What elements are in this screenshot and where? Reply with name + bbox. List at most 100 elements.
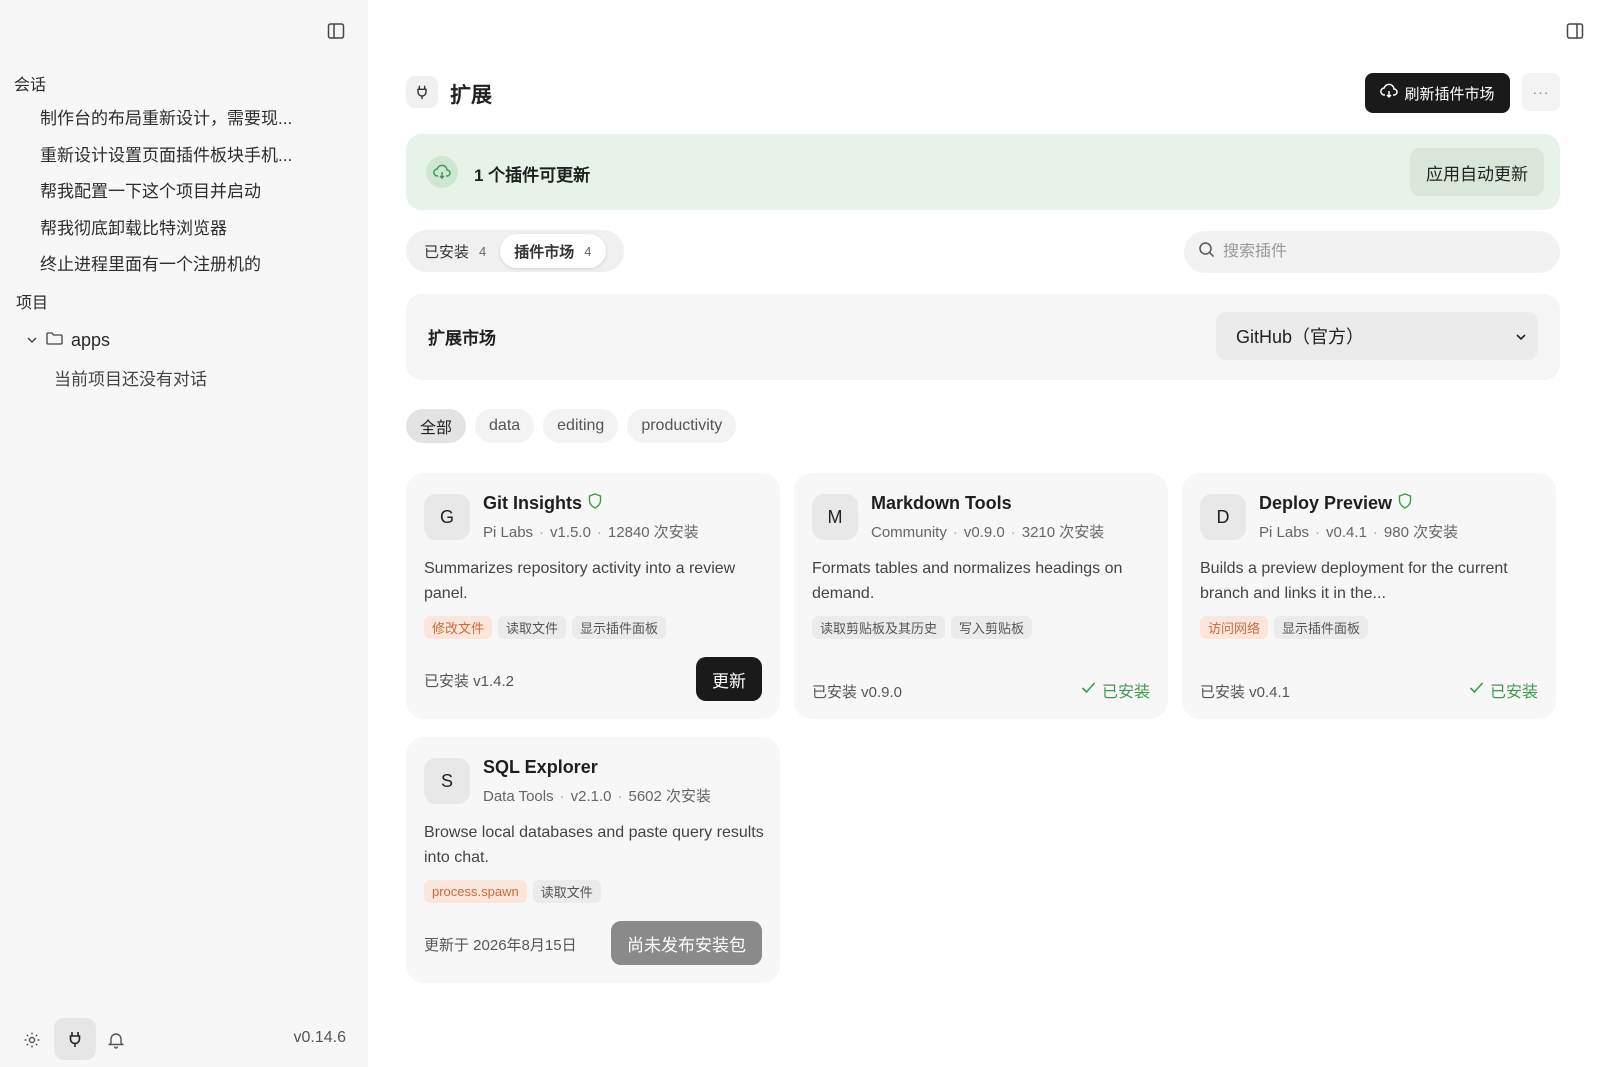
app-version: v0.14.6 — [293, 1029, 346, 1046]
filter-chip-editing[interactable]: editing — [543, 409, 619, 443]
plugin-author: Pi Labs — [1259, 524, 1310, 541]
folder-icon — [46, 330, 63, 351]
conversation-item[interactable]: 帮我彻底卸载比特浏览器 — [40, 214, 227, 239]
plugin-author: Data Tools — [483, 788, 554, 805]
installed-version: 已安装 v0.4.1 — [1200, 684, 1291, 701]
refresh-market-label: 刷新插件市场 — [1404, 85, 1495, 103]
category-filters: 全部 data editing productivity — [406, 409, 737, 443]
plugin-meta: Pi Labs · v1.5.0 · 12840 次安装 — [483, 524, 699, 541]
installed-version: 已安装 v0.9.0 — [812, 684, 903, 701]
permission-tag: 显示插件面板 — [572, 616, 667, 639]
marketplace-source-panel: 扩展市场 GitHub（官方） — [406, 294, 1560, 380]
plugin-name-row: SQL Explorer — [483, 757, 598, 778]
permission-tag: 读取文件 — [532, 880, 601, 903]
chevron-down-icon — [26, 330, 38, 351]
plugin-version: v0.4.1 — [1326, 524, 1367, 541]
extensions-header-icon — [406, 76, 438, 108]
not-published-button[interactable]: 尚未发布安装包 — [611, 921, 762, 965]
permission-tag: 访问网络 — [1200, 616, 1269, 639]
search-input[interactable] — [1223, 243, 1523, 261]
conversation-item[interactable]: 重新设计设置页面插件板块手机... — [40, 141, 292, 166]
conversations-label: 会话 — [14, 77, 47, 94]
tab-installed-label: 已安装 — [424, 243, 470, 261]
installed-status-label: 已安装 — [1489, 684, 1538, 701]
plugin-author: Community — [871, 524, 947, 541]
tab-marketplace[interactable]: 插件市场 4 — [500, 234, 606, 268]
projects-label: 项目 — [16, 295, 49, 312]
plugin-permissions: 修改文件 读取文件 显示插件面板 — [424, 616, 667, 639]
marketplace-source-select[interactable]: GitHub（官方） — [1216, 312, 1538, 360]
plugin-description: Formats tables and normalizes headings o… — [812, 560, 1123, 602]
plugin-permissions: 访问网络 显示插件面板 — [1200, 616, 1369, 639]
filter-chip-data[interactable]: data — [475, 409, 535, 443]
plugin-name-row: Markdown Tools — [871, 493, 1012, 514]
plugin-avatar: S — [424, 758, 470, 804]
plugin-version: v0.9.0 — [963, 524, 1005, 541]
chevron-down-icon — [1514, 328, 1528, 349]
cloud-download-icon — [426, 156, 458, 188]
installed-status: 已安装 — [1081, 678, 1150, 702]
installed-status: 已安装 — [1469, 678, 1538, 702]
right-panel-toggle-icon[interactable] — [1562, 19, 1588, 43]
plugin-meta: Community · v0.9.0 · 3210 次安装 — [871, 524, 1105, 541]
marketplace-title: 扩展市场 — [428, 329, 496, 348]
update-button[interactable]: 更新 — [696, 657, 762, 701]
conversation-item[interactable]: 制作台的布局重新设计，需要现... — [40, 104, 292, 129]
plugin-installs: 3210 次安装 — [1021, 524, 1105, 541]
plugin-avatar: D — [1200, 494, 1246, 540]
sidebar: 会话 制作台的布局重新设计，需要现... 重新设计设置页面插件板块手机... 帮… — [0, 0, 368, 1067]
filter-chip-productivity[interactable]: productivity — [627, 409, 737, 443]
plugin-card-git-insights: G Git Insights Pi Labs · v1.5.0 · 12840 次安装 … — [406, 473, 780, 719]
search-icon — [1198, 241, 1215, 263]
permission-tag: 读取剪贴板及其历史 — [812, 616, 946, 639]
cloud-refresh-icon — [1380, 83, 1399, 103]
plugin-name: Markdown Tools — [871, 493, 1012, 513]
bell-icon[interactable] — [96, 1020, 136, 1060]
plugin-permissions: process.spawn 读取文件 — [424, 880, 601, 903]
installed-version: 已安装 v1.4.2 — [424, 673, 515, 690]
verified-shield-icon — [1398, 493, 1412, 514]
plugin-installs: 980 次安装 — [1383, 524, 1459, 541]
tab-bar: 已安装 4 插件市场 4 — [406, 230, 624, 272]
updated-date: 更新于 2026年8月15日 — [424, 937, 577, 954]
plugin-avatar: G — [424, 494, 470, 540]
tab-installed-count: 4 — [479, 243, 487, 259]
plugin-name: Git Insights — [483, 493, 582, 513]
plugin-description: Builds a preview deployment for the curr… — [1200, 560, 1508, 602]
tab-installed[interactable]: 已安装 4 — [410, 234, 500, 268]
verified-shield-icon — [588, 493, 602, 514]
plugin-card-sql-explorer: S SQL Explorer Data Tools · v2.1.0 · 5602 次安… — [406, 737, 780, 983]
plugin-description: Summarizes repository activity into a re… — [424, 560, 736, 602]
plugin-description: Browse local databases and paste query r… — [424, 824, 764, 866]
apply-auto-update-button[interactable]: 应用自动更新 — [1410, 148, 1544, 196]
plugin-meta: Pi Labs · v0.4.1 · 980 次安装 — [1259, 524, 1459, 541]
conversation-item[interactable]: 终止进程里面有一个注册机的 — [40, 250, 261, 275]
plugin-name-row: Git Insights — [483, 493, 602, 514]
marketplace-source-value: GitHub（官方） — [1236, 327, 1365, 347]
gear-icon[interactable] — [12, 1020, 52, 1060]
project-name: apps — [71, 329, 111, 350]
plugin-card-deploy-preview: D Deploy Preview Pi Labs · v0.4.1 · 980 次安装 … — [1182, 473, 1556, 719]
plugin-card-markdown-tools: M Markdown Tools Community · v0.9.0 · 3210 次… — [794, 473, 1168, 719]
refresh-market-button[interactable]: 刷新插件市场 — [1365, 73, 1510, 113]
plugin-version: v1.5.0 — [550, 524, 591, 541]
permission-tag: 写入剪贴板 — [951, 616, 1033, 639]
check-icon — [1469, 681, 1484, 699]
plugin-name: Deploy Preview — [1259, 493, 1393, 513]
plugin-installs: 5602 次安装 — [628, 788, 712, 805]
tab-marketplace-count: 4 — [584, 243, 592, 259]
page-title: 扩展 — [450, 84, 492, 107]
project-item-apps[interactable]: apps — [26, 327, 110, 353]
plugin-installs: 12840 次安装 — [607, 524, 699, 541]
plugin-version: v2.1.0 — [570, 788, 612, 805]
check-icon — [1081, 681, 1096, 699]
update-banner: 1 个插件可更新 应用自动更新 — [406, 134, 1560, 210]
sidebar-toggle-icon[interactable] — [324, 19, 348, 43]
plug-icon[interactable] — [54, 1018, 96, 1060]
filter-chip-all[interactable]: 全部 — [406, 409, 467, 443]
search-box[interactable] — [1184, 231, 1560, 273]
plugin-name-row: Deploy Preview — [1259, 493, 1412, 514]
conversation-item[interactable]: 帮我配置一下这个项目并启动 — [40, 177, 261, 202]
more-options-button[interactable]: ··· — [1522, 73, 1560, 111]
plugin-permissions: 读取剪贴板及其历史 写入剪贴板 — [812, 616, 1033, 639]
